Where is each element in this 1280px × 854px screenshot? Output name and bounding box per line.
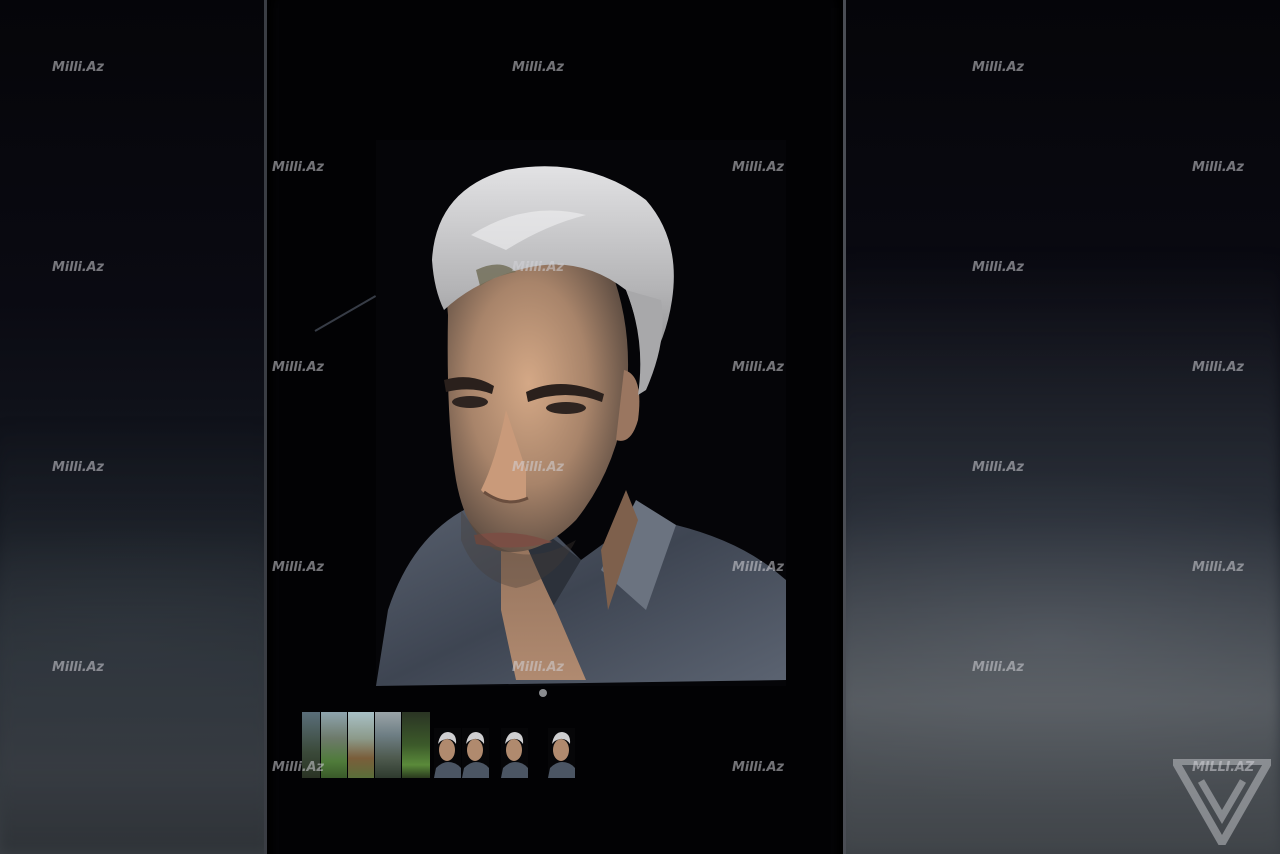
face-thumb-2[interactable] <box>462 728 489 778</box>
watermark: Milli.Az <box>972 60 1024 75</box>
watermark: Milli.Az <box>732 560 784 575</box>
watermark: Milli.Az <box>272 560 324 575</box>
watermark: Milli.Az <box>272 160 324 175</box>
stage-background: Milli.Az Milli.Az Milli.Az Milli.Az Mill… <box>0 0 1280 854</box>
watermark: Milli.Az <box>732 360 784 375</box>
corner-watermark: MILLI.AZ <box>1192 760 1255 775</box>
watermark: Milli.Az <box>972 460 1024 475</box>
background-haze-left <box>0 420 270 854</box>
watermark: Milli.Az <box>1192 560 1244 575</box>
watermark: Milli.Az <box>272 360 324 375</box>
landscape-thumb-4[interactable] <box>375 712 401 778</box>
watermark: Milli.Az <box>512 60 564 75</box>
watermark: Milli.Az <box>732 160 784 175</box>
face-thumb-3[interactable] <box>501 728 528 778</box>
watermark: Milli.Az <box>52 660 104 675</box>
watermark: Milli.Az <box>972 660 1024 675</box>
watermark: Milli.Az <box>1192 160 1244 175</box>
watermark: Milli.Az <box>1192 360 1244 375</box>
page-indicator-dot <box>539 689 547 697</box>
photo-thumbnail-strip[interactable] <box>302 710 576 778</box>
face-thumb-4[interactable] <box>548 728 575 778</box>
watermark: Milli.Az <box>732 760 784 775</box>
watermark: Milli.Az <box>52 460 104 475</box>
watermark: Milli.Az <box>512 260 564 275</box>
watermark: Milli.Az <box>52 60 104 75</box>
landscape-thumb-5[interactable] <box>402 712 430 778</box>
watermark: Milli.Az <box>972 260 1024 275</box>
selfie-photo[interactable] <box>376 140 786 686</box>
watermark: Milli.Az <box>272 760 324 775</box>
landscape-thumb-2[interactable] <box>321 712 347 778</box>
watermark: Milli.Az <box>52 260 104 275</box>
face-thumb-1[interactable] <box>434 728 461 778</box>
landscape-thumb-3[interactable] <box>348 712 374 778</box>
watermark: Milli.Az <box>512 460 564 475</box>
watermark: Milli.Az <box>512 660 564 675</box>
